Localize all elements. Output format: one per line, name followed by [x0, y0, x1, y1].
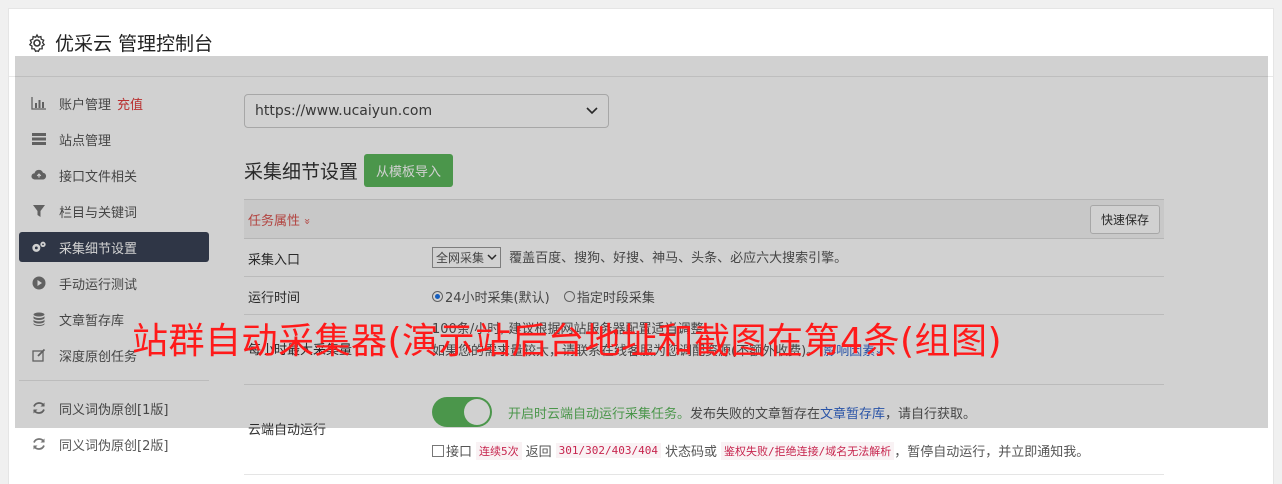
- sidebar-item-synonym-v2[interactable]: 同义词伪原创[2版]: [19, 429, 209, 459]
- cloud-text4: 返回: [525, 445, 552, 460]
- pause-checkbox[interactable]: [432, 444, 444, 457]
- cloud-text6: ，暂停自动运行，并立即通知我。: [894, 445, 1090, 460]
- check-label: 接口: [446, 445, 473, 460]
- page-title: 优采云 管理控制台: [55, 33, 214, 55]
- refresh-icon: [31, 436, 47, 452]
- sidebar-item-label: 同义词伪原创[2版]: [59, 438, 169, 454]
- code-consecutive: 连续5次: [476, 441, 522, 460]
- gear-icon: [28, 33, 46, 52]
- code-auth-failure: 鉴权失败/拒绝连接/域名无法解析: [721, 441, 895, 460]
- watermark-text: 站群自动采集器(演示站后台地址和截图在第4条(组图): [132, 321, 1003, 362]
- cloud-text5: 状态码或: [665, 445, 718, 460]
- code-status: 301/302/403/404: [555, 443, 661, 458]
- modal-overlay: [15, 56, 1268, 428]
